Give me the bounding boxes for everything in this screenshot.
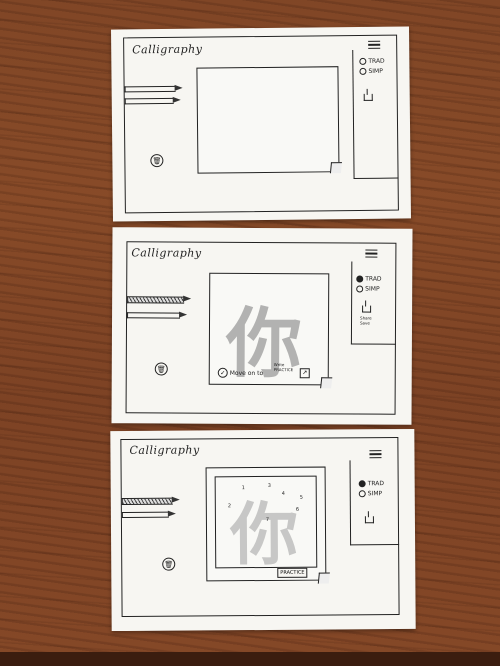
brush-tip-icon [174, 84, 183, 91]
move-on-label[interactable]: Move on to [230, 370, 263, 377]
stroke-number-1: 1 [241, 485, 245, 492]
hamburger-menu-icon[interactable] [365, 248, 378, 260]
practice-button[interactable]: PRACTICE [277, 567, 308, 578]
sketch-card-2: Calligraphy TRAD SIMP Share Save 你 ✓ Mov… [111, 227, 413, 425]
app-frame: Calligraphy TRAD SIMP 🗑 [123, 34, 399, 214]
sketch-card-1: Calligraphy TRAD SIMP 🗑 [111, 26, 411, 222]
stroke-number-2: 2 [227, 503, 232, 510]
drawing-canvas[interactable] [196, 66, 340, 174]
page-curl-icon[interactable] [320, 377, 333, 389]
radio-trad[interactable]: TRAD [358, 480, 385, 488]
app-title: Calligraphy [129, 443, 200, 457]
pen-tip-icon [179, 311, 188, 318]
app-frame: Calligraphy TRAD SIMP Share Save 你 ✓ Mov… [125, 241, 397, 415]
radio-trad[interactable]: TRAD [359, 57, 385, 65]
trash-icon[interactable]: 🗑 [154, 362, 168, 376]
stroke-number-3: 3 [267, 482, 271, 489]
radio-trad-label: TRAD [368, 57, 385, 65]
stroke-number-6: 6 [295, 506, 300, 513]
page-curl-icon[interactable] [317, 572, 330, 584]
radio-simp[interactable]: SIMP [359, 67, 383, 75]
page-curl-icon[interactable] [329, 162, 342, 174]
sketch-card-3: Calligraphy TRAD SIMP 你 1 2 3 4 5 6 7 PR… [110, 428, 416, 632]
app-title: Calligraphy [132, 42, 203, 57]
stroke-number-5: 5 [299, 494, 303, 501]
app-frame: Calligraphy TRAD SIMP 你 1 2 3 4 5 6 7 PR… [120, 437, 400, 617]
side-panel: TRAD SIMP [349, 460, 400, 546]
next-write-label[interactable]: Write PRACTICE [274, 362, 293, 372]
next-arrow-icon[interactable]: ↗ [299, 368, 310, 379]
stroke-number-7: 7 [265, 516, 270, 523]
stroke-number-4: 4 [281, 490, 285, 497]
hamburger-menu-icon[interactable] [369, 448, 382, 460]
character-frame: 你 1 2 3 4 5 6 7 [214, 475, 318, 575]
brush-tool[interactable] [124, 85, 176, 93]
radio-simp-label: SIMP [367, 490, 383, 498]
pen-tool[interactable] [124, 97, 174, 105]
share-icon[interactable] [363, 93, 373, 101]
side-panel: TRAD SIMP Share Save [350, 261, 397, 345]
side-panel: TRAD SIMP [352, 49, 399, 180]
trash-icon[interactable]: 🗑 [150, 154, 164, 168]
share-save-label: Share Save [360, 315, 372, 326]
radio-trad-label: TRAD [367, 480, 385, 488]
pen-tip-icon [167, 510, 176, 517]
brush-tip-icon [171, 496, 180, 503]
pen-tip-icon [172, 96, 181, 103]
brush-tool[interactable] [127, 296, 185, 304]
drawing-canvas[interactable]: 你 1 2 3 4 5 6 7 PRACTICE [205, 466, 327, 582]
radio-simp[interactable]: SIMP [358, 490, 383, 498]
drawing-canvas[interactable]: 你 ✓ Move on to Write PRACTICE ↗ [208, 272, 330, 388]
radio-simp[interactable]: SIMP [356, 285, 380, 293]
share-icon[interactable] [364, 516, 374, 524]
radio-simp-label: SIMP [368, 67, 383, 75]
radio-trad-label: TRAD [365, 275, 382, 283]
app-title: Calligraphy [131, 246, 202, 260]
check-icon[interactable]: ✓ [217, 367, 228, 378]
table-edge [0, 652, 500, 666]
radio-simp-label: SIMP [365, 285, 380, 293]
brush-tip-icon [183, 295, 192, 302]
trash-icon[interactable]: 🗑 [162, 557, 176, 571]
character-stroke-guide: 你 [229, 494, 299, 576]
pen-tool[interactable] [127, 312, 181, 319]
brush-tool[interactable] [121, 497, 173, 505]
pen-tool[interactable] [121, 511, 169, 518]
radio-trad[interactable]: TRAD [356, 275, 382, 283]
share-icon[interactable] [362, 305, 372, 313]
